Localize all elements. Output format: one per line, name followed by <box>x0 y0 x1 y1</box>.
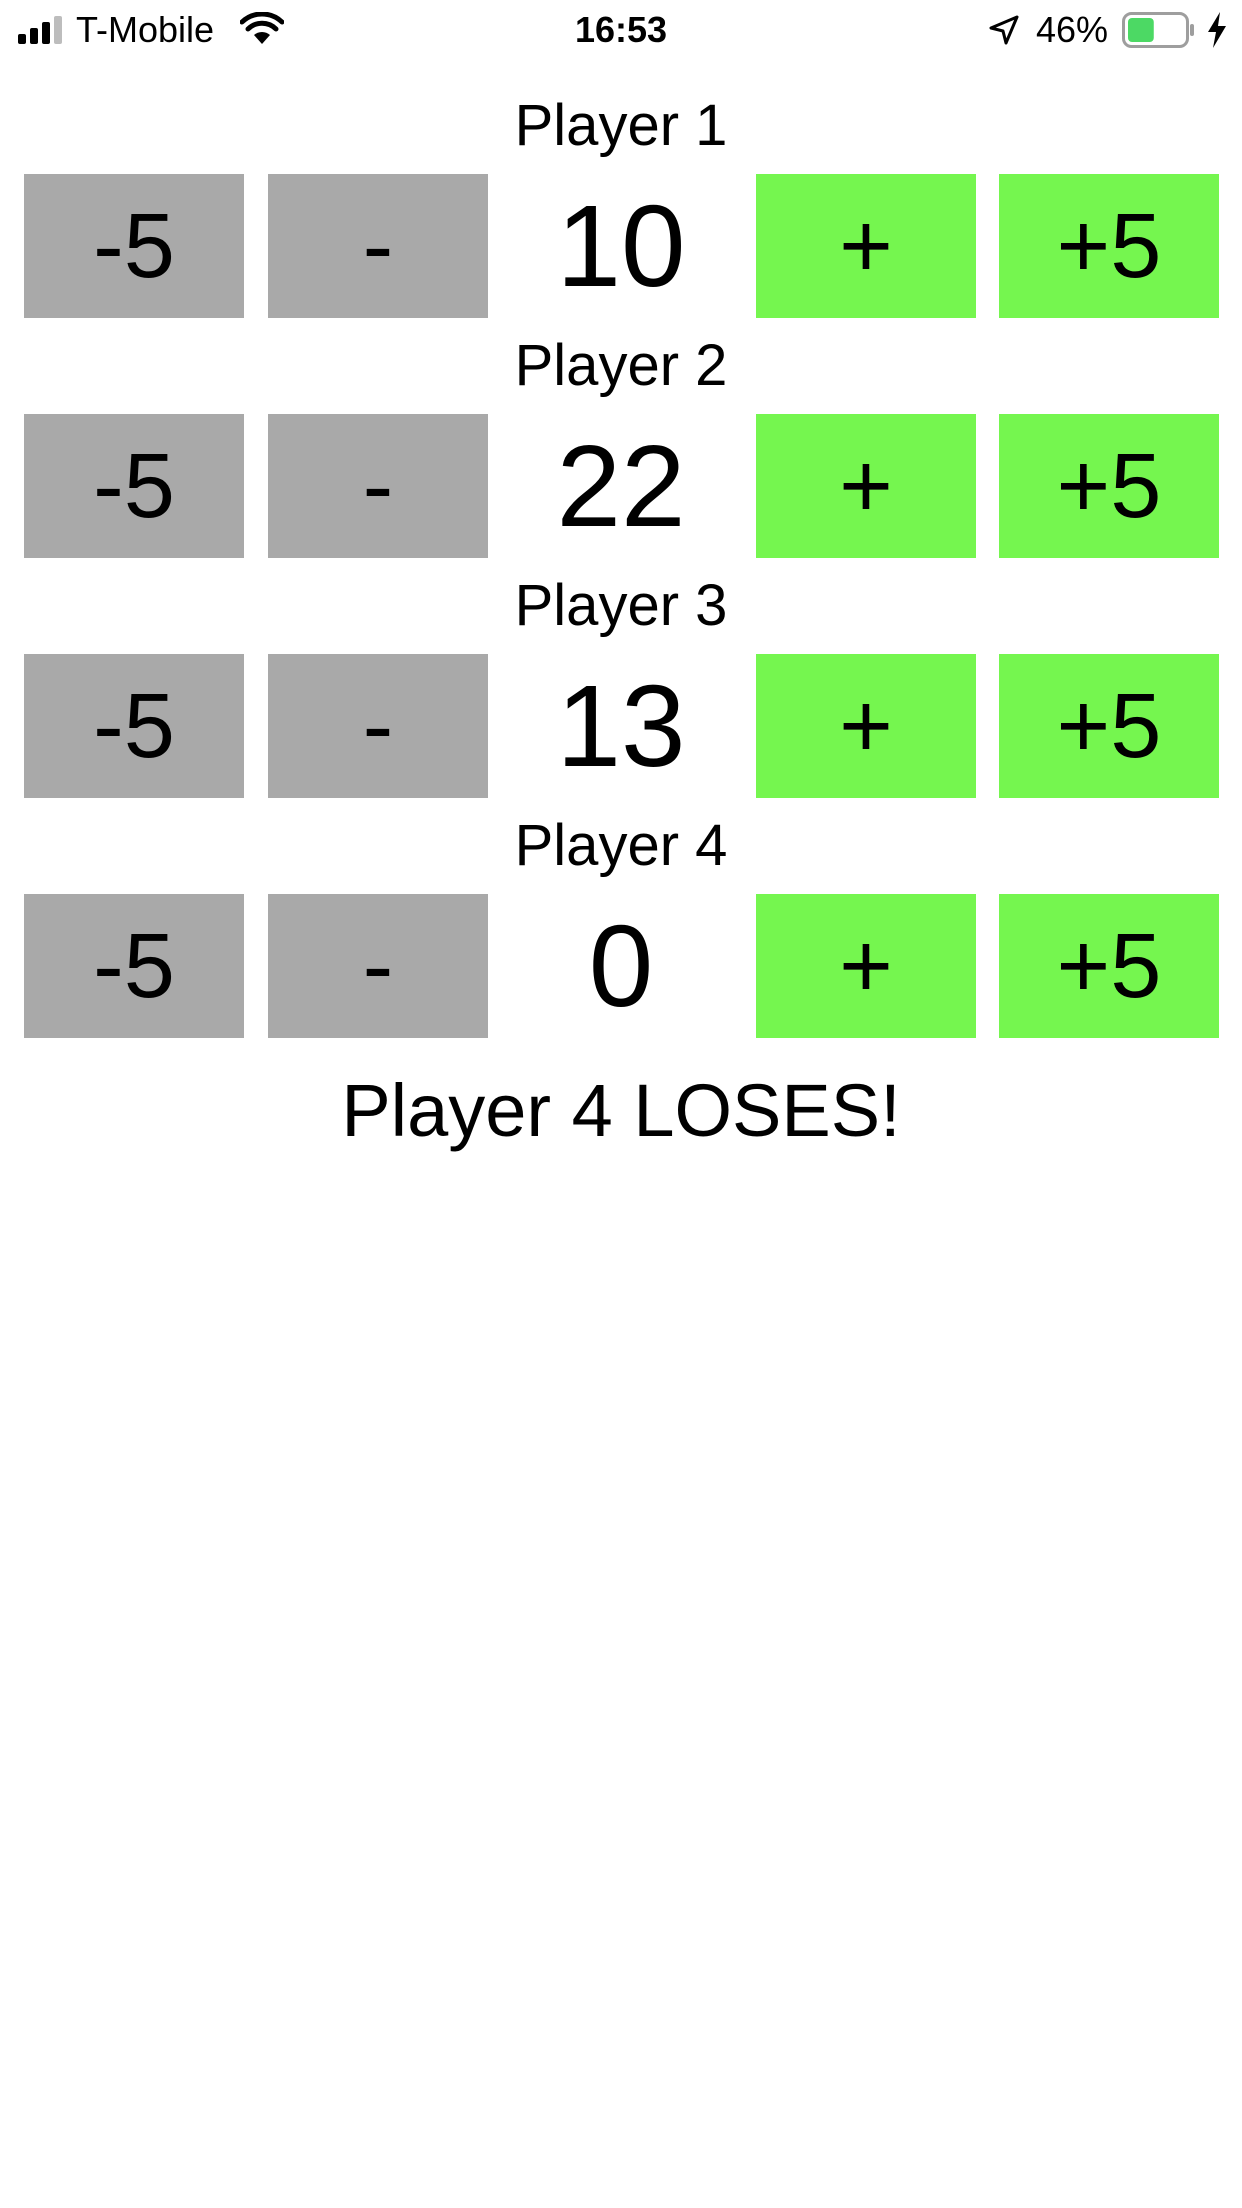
player-3-minus-5-button[interactable]: -5 <box>24 654 244 798</box>
player-4-plus-5-button[interactable]: +5 <box>999 894 1219 1038</box>
player-3-plus-1-button[interactable]: + <box>756 654 976 798</box>
player-4-plus-1-button[interactable]: + <box>756 894 976 1038</box>
player-2-label: Player 2 <box>514 333 728 398</box>
player-2-score: 22 <box>556 421 686 551</box>
player-3-minus-1-button[interactable]: - <box>268 654 488 798</box>
player-1-label: Player 1 <box>514 93 728 158</box>
player-3-label: Player 3 <box>514 573 728 638</box>
player-2-minus-1-button[interactable]: - <box>268 414 488 558</box>
player-3-plus-5-button[interactable]: +5 <box>999 654 1219 798</box>
battery-fill <box>1128 18 1154 42</box>
result-message: Player 4 LOSES! <box>341 1069 901 1152</box>
player-2-minus-5-button[interactable]: -5 <box>24 414 244 558</box>
player-4-score: 0 <box>588 901 654 1031</box>
player-1-plus-5-button[interactable]: +5 <box>999 174 1219 318</box>
player-4-label: Player 4 <box>514 813 728 878</box>
player-1-plus-1-button[interactable]: + <box>756 174 976 318</box>
charging-icon <box>1208 12 1226 48</box>
status-bar: T-Mobile 16:53 46% <box>0 0 1242 60</box>
battery-icon <box>1122 12 1194 48</box>
battery-percentage: 46% <box>1036 9 1109 50</box>
player-1-score: 10 <box>556 181 686 311</box>
player-2-plus-1-button[interactable]: + <box>756 414 976 558</box>
location-icon <box>989 15 1019 45</box>
player-4-minus-1-button[interactable]: - <box>268 894 488 1038</box>
player-1-minus-5-button[interactable]: -5 <box>24 174 244 318</box>
player-2-plus-5-button[interactable]: +5 <box>999 414 1219 558</box>
player-3-score: 13 <box>556 661 686 791</box>
player-4-minus-5-button[interactable]: -5 <box>24 894 244 1038</box>
player-1-minus-1-button[interactable]: - <box>268 174 488 318</box>
